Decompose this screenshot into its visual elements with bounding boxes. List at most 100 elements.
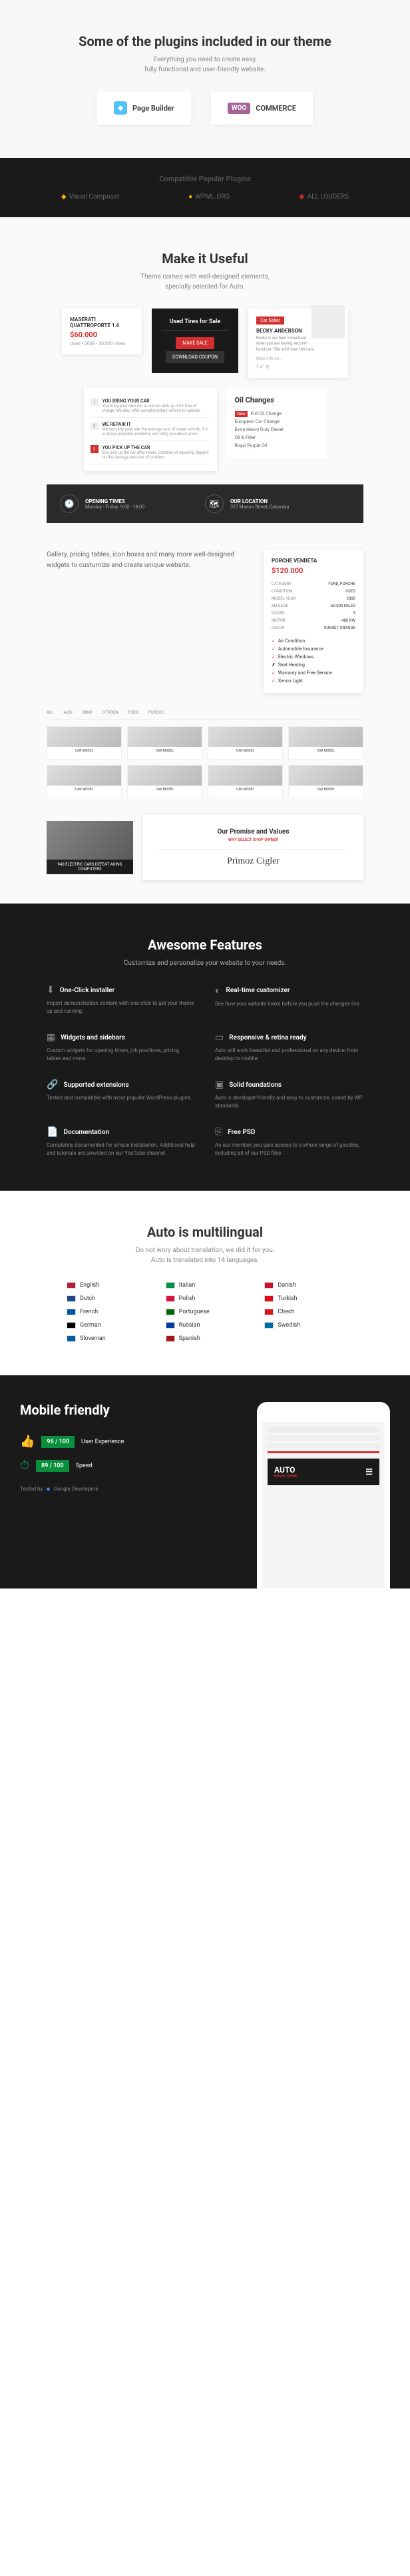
plugin-pagebuilder[interactable]: ◆ Page Builder — [97, 91, 191, 125]
car-item[interactable]: CAR MODEL — [208, 726, 283, 760]
step-title: YOU BRING YOUR CAR — [102, 398, 210, 404]
language-item: Portuguese — [166, 1309, 245, 1315]
check-icon: ✓ — [272, 646, 276, 652]
promise-card: Our Promise and Values WHY SELECT SHOP O… — [143, 815, 363, 880]
car-item[interactable]: CAR MODEL — [47, 765, 122, 798]
feature-item: ⎘Free PSDAs our member, you gain access … — [215, 1127, 363, 1157]
step-title: YOU PICK UP THE CAR — [102, 445, 210, 450]
price-card[interactable]: MASERATI QUATTROPORTE 1.6 $60.000 Used •… — [62, 309, 142, 354]
feature-title: One-Click installer — [60, 987, 114, 994]
thumbs-up-icon: 👍 — [20, 1435, 35, 1449]
promise-row: 940 ELECTRIC CARS DEFEAT AGING COMPUTERS… — [27, 805, 383, 890]
plugin-woocommerce[interactable]: WOOCOMMERCE — [211, 91, 313, 125]
car-price: $60.000 — [70, 330, 134, 339]
step-desc: You pick up the car after repair. Durati… — [102, 450, 210, 460]
car-item[interactable]: CAR MODEL — [47, 726, 122, 760]
flag-icon — [166, 1322, 175, 1329]
feature-desc: Custom widgets for opening times, job po… — [47, 1047, 195, 1063]
seller-contact[interactable]: More info on... — [256, 356, 340, 361]
ux-label: User Experience — [81, 1439, 124, 1445]
language-name: Turkish — [278, 1295, 297, 1302]
feature-item: 🔗Supported extensionsTested and compatib… — [47, 1079, 195, 1110]
phone-accent — [268, 1451, 379, 1453]
seller-card: Car Seller BECKY ANDERSON Becky is our b… — [248, 309, 348, 378]
useful-section: Make it Useful Theme comes with well-des… — [0, 217, 410, 904]
promise-title: Our Promise and Values — [156, 828, 350, 836]
opening-times: 🕐 OPENING TIMES Monday - Friday: 9:00 - … — [60, 494, 205, 513]
feature-title: Supported extensions — [63, 1081, 128, 1089]
seller-badge: Car Seller — [256, 317, 284, 324]
feature-desc: As our member, you gain access to a whol… — [215, 1141, 363, 1157]
check-icon: ✓ — [272, 638, 276, 644]
new-badge: New — [235, 411, 248, 417]
feature-item: 📄DocumentationCompletely documented for … — [47, 1127, 195, 1157]
pagebuilder-icon: ◆ — [114, 101, 127, 115]
language-item: French — [67, 1309, 146, 1315]
feature-item: ▭Responsive & retina readyAuto will work… — [215, 1032, 363, 1063]
language-item: English — [67, 1282, 146, 1289]
oil-item: Extra Heavy Duty Diesel — [235, 426, 319, 434]
multilingual-section: Auto is multilingual Do not wory about t… — [0, 1191, 410, 1375]
phone-bar — [268, 1443, 379, 1449]
speed-score: 89 / 100 — [36, 1460, 69, 1472]
feature-icon: ▭ — [215, 1032, 224, 1043]
language-item: Swedish — [264, 1322, 343, 1329]
catalog-tabs[interactable]: ALLAUDIBMWCITROENFORDPORCHE — [47, 706, 363, 720]
feature-title: Real-time customizer — [226, 987, 290, 994]
multilingual-title: Auto is multilingual — [27, 1224, 383, 1240]
step-number: 2 — [91, 422, 99, 430]
flag-icon — [264, 1309, 274, 1315]
language-name: Slovenian — [80, 1335, 106, 1342]
compat-item: ●WPML.ORG — [188, 193, 230, 201]
flag-icon — [67, 1309, 76, 1315]
car-item[interactable]: CAR MODEL — [288, 765, 363, 798]
phone-bar — [268, 1427, 379, 1433]
plugin-label: Page Builder — [132, 104, 174, 113]
cards-row-1: MASERATI QUATTROPORTE 1.6 $60.000 Used •… — [27, 309, 383, 378]
useful-title: Make it Useful — [27, 251, 383, 267]
info-bar: 🕐 OPENING TIMES Monday - Friday: 9:00 - … — [47, 484, 363, 523]
feature-icon: 📄 — [47, 1127, 58, 1137]
language-name: Dutch — [80, 1295, 95, 1302]
language-name: English — [80, 1282, 99, 1289]
phone-logo: AUTOREPAIR THEME ☰ — [268, 1459, 379, 1485]
map-icon: 🗺 — [205, 494, 224, 513]
feature-desc: Auto will work beautiful and professiona… — [215, 1047, 363, 1063]
times-label: OPENING TIMES — [85, 498, 144, 504]
plugins-title: Some of the plugins included in our them… — [27, 33, 383, 49]
speed-score-row: ⏱ 89 / 100 Speed — [20, 1459, 244, 1473]
language-item: Dutch — [67, 1295, 146, 1302]
car-item[interactable]: CAR MODEL — [127, 765, 202, 798]
spec-row: DOORS5 — [272, 610, 355, 617]
feature-icon: ▣ — [215, 1079, 224, 1090]
download-coupon-button[interactable]: DOWNLOAD COUPON — [166, 351, 224, 363]
car-title: MASERATI QUATTROPORTE 1.6 — [70, 317, 134, 328]
language-name: French — [80, 1309, 98, 1315]
car-item[interactable]: CAR MODEL — [208, 765, 283, 798]
step-item: 3YOU PICK UP THE CARYou pick up the car … — [91, 441, 210, 464]
oil-item: Oil & Filter — [235, 434, 319, 442]
car-item[interactable]: CAR MODEL — [127, 726, 202, 760]
wpml-icon: ● — [188, 193, 192, 201]
compat-item: ◆Visual Composer — [61, 193, 120, 201]
make-sale-button[interactable]: MAKE SALE — [176, 337, 214, 349]
feature-desc: Tested and compatible with most popular … — [47, 1094, 195, 1102]
google-icon: ◆ — [46, 1486, 50, 1492]
car-item[interactable]: CAR MODEL — [288, 726, 363, 760]
useful-subtitle: Theme comes with well-designed elements,… — [27, 272, 383, 292]
compat-row: ◆Visual Composer ●WPML.ORG ◉ALL LOUDERS — [27, 193, 383, 201]
gallery-row: Gallery, pricing tables, icon boxes and … — [27, 536, 383, 706]
speed-icon: ⏱ — [20, 1459, 29, 1473]
feature-desc: Import demonstration content with one cl… — [47, 999, 195, 1015]
check-icon: ✓ — [272, 670, 276, 676]
car-catalog: ALLAUDIBMWCITROENFORDPORCHE CAR MODELCAR… — [27, 706, 383, 805]
compat-title: Compatible Popular Plugins — [27, 175, 383, 183]
language-name: Danish — [278, 1282, 296, 1289]
phone-mockup: AUTOREPAIR THEME ☰ — [257, 1402, 390, 1589]
speed-label: Speed — [76, 1463, 93, 1469]
social-icons[interactable]: f ✔ ⊕ — [256, 364, 340, 370]
hamburger-icon[interactable]: ☰ — [365, 1467, 373, 1477]
feature-title: Solid foundations — [229, 1081, 282, 1089]
feature-title: Widgets and sidebars — [61, 1034, 125, 1041]
check-item: ✓Xenon Light — [272, 677, 355, 685]
